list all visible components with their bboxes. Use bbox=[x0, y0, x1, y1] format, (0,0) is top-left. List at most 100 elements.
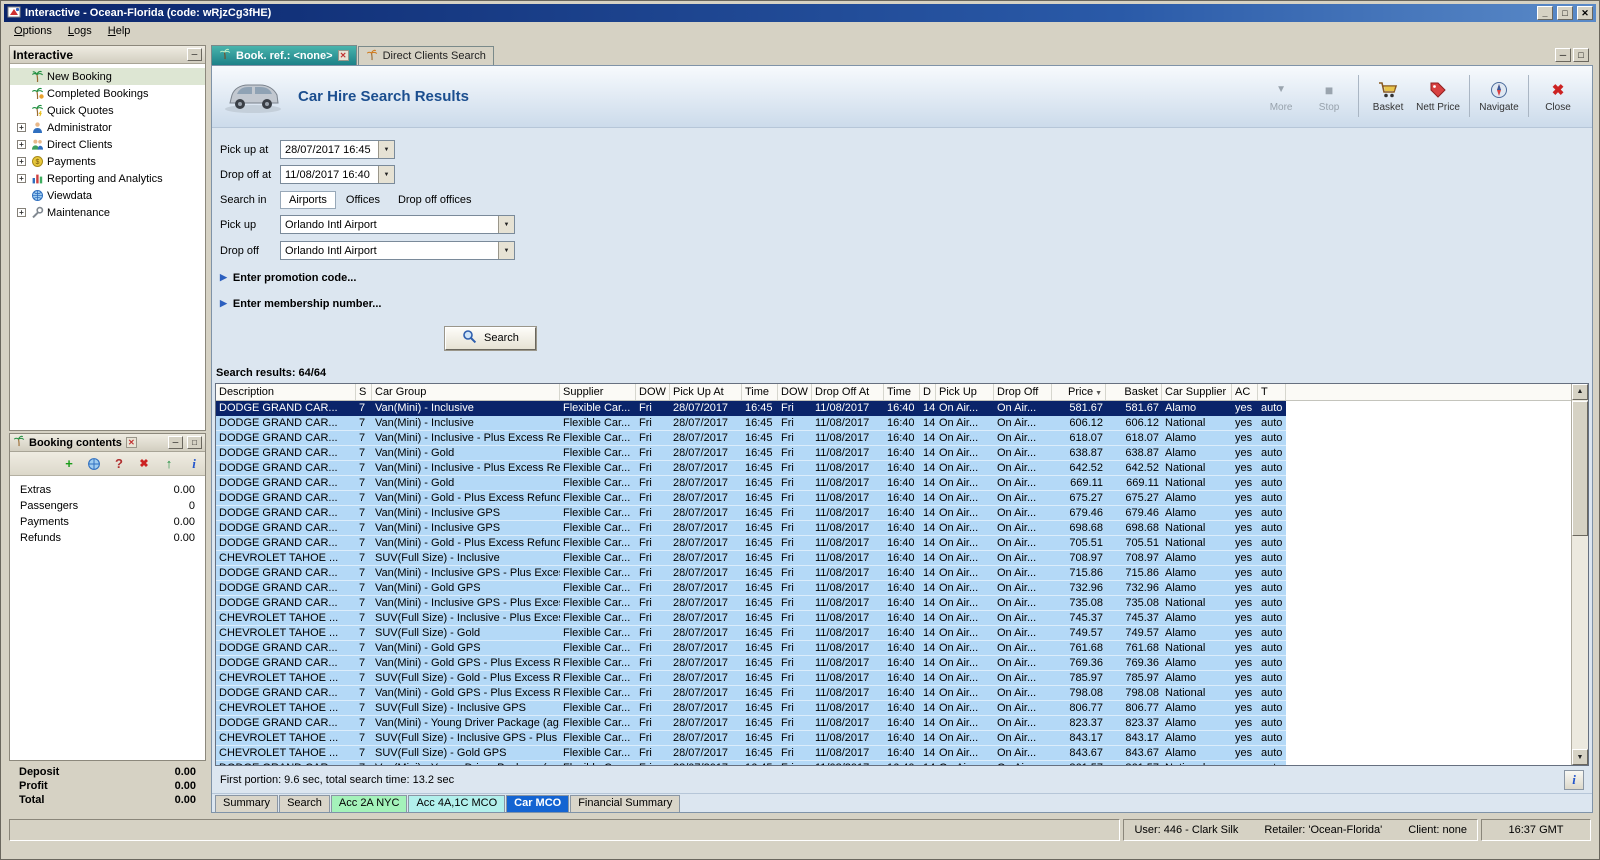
delete-icon[interactable]: ✖ bbox=[135, 455, 153, 473]
sidebar-item-new-booking[interactable]: New Booking bbox=[10, 68, 205, 85]
table-row[interactable]: CHEVROLET TAHOE ... 7 SUV(Full Size) - Gol… bbox=[216, 670, 1286, 686]
expand-icon[interactable]: + bbox=[17, 157, 26, 166]
chevron-down-icon[interactable]: ▼ bbox=[498, 216, 514, 234]
column-header[interactable]: Drop Off At bbox=[812, 383, 884, 400]
minimize-document-button[interactable]: ─ bbox=[1555, 48, 1571, 62]
sidebar-item-administrator[interactable]: + Administrator bbox=[10, 119, 205, 136]
chevron-down-icon[interactable]: ▼ bbox=[378, 141, 394, 159]
chevron-down-icon[interactable]: ▼ bbox=[498, 242, 514, 260]
table-row[interactable]: DODGE GRAND CAR... 7 Van(Mini) - Inclusive… bbox=[216, 565, 1286, 581]
sidebar-item-reporting[interactable]: + Reporting and Analytics bbox=[10, 170, 205, 187]
column-header[interactable]: Basket bbox=[1106, 383, 1162, 400]
table-row[interactable]: DODGE GRAND CAR... 7 Van(Mini) - Gold - Pl… bbox=[216, 535, 1286, 551]
table-row[interactable]: DODGE GRAND CAR... 7 Van(Mini) - Gold GPS F… bbox=[216, 640, 1286, 656]
table-row[interactable]: DODGE GRAND CAR... 7 Van(Mini) - Inclusive… bbox=[216, 595, 1286, 611]
sidebar-item-completed-bookings[interactable]: Completed Bookings bbox=[10, 85, 205, 102]
column-header[interactable]: Pick Up bbox=[936, 383, 994, 400]
sidebar-item-quick-quotes[interactable]: Quick Quotes bbox=[10, 102, 205, 119]
column-header[interactable]: D bbox=[920, 383, 936, 400]
table-row[interactable]: DODGE GRAND CAR... 7 Van(Mini) - Gold Flexi… bbox=[216, 475, 1286, 491]
expand-icon[interactable]: + bbox=[17, 208, 26, 217]
tab-dropoff-offices[interactable]: Drop off offices bbox=[390, 192, 480, 208]
column-header[interactable]: Pick Up At bbox=[670, 383, 742, 400]
nett-price-button[interactable]: Nett Price bbox=[1412, 80, 1464, 113]
sidebar-item-direct-clients[interactable]: + Direct Clients bbox=[10, 136, 205, 153]
table-row[interactable]: CHEVROLET TAHOE ... 7 SUV(Full Size) - Inc… bbox=[216, 550, 1286, 566]
table-row[interactable]: DODGE GRAND CAR...7Van(Mini) - Young Dri… bbox=[216, 715, 1286, 731]
table-row[interactable]: DODGE GRAND CAR... 7 Van(Mini) - Inclusive… bbox=[216, 400, 1286, 416]
table-row[interactable]: DODGE GRAND CAR... 7 Van(Mini) - Inclusive… bbox=[216, 460, 1286, 476]
promotion-code-toggle[interactable]: ▶ Enter promotion code... bbox=[220, 269, 1592, 287]
column-header[interactable]: T bbox=[1258, 383, 1286, 400]
table-row[interactable]: DODGE GRAND CAR...7Van(Mini) - Young Dri… bbox=[216, 760, 1286, 766]
table-row[interactable]: DODGE GRAND CAR... 7 Van(Mini) - Gold Flexi… bbox=[216, 445, 1286, 461]
tab-acc-4a-1c-mco[interactable]: Acc 4A,1C MCO bbox=[408, 795, 506, 812]
import-icon[interactable]: ↑ bbox=[160, 455, 178, 473]
column-header[interactable]: Drop Off bbox=[994, 383, 1052, 400]
tab-booking-ref[interactable]: Book. ref.: <none> ✕ bbox=[211, 45, 357, 65]
tab-summary[interactable]: Summary bbox=[215, 795, 279, 812]
column-header[interactable]: Price ▼ bbox=[1052, 383, 1106, 400]
menu-help[interactable]: Help bbox=[100, 24, 139, 38]
column-header[interactable]: Time bbox=[884, 383, 920, 400]
help-icon[interactable]: ? bbox=[110, 455, 128, 473]
table-row[interactable]: DODGE GRAND CAR... 7 Van(Mini) - Inclusive… bbox=[216, 520, 1286, 536]
scrollbar-thumb[interactable] bbox=[1572, 400, 1588, 536]
column-header[interactable]: S bbox=[356, 383, 372, 400]
tab-search[interactable]: Search bbox=[279, 795, 330, 812]
column-header[interactable]: Supplier bbox=[560, 383, 636, 400]
close-page-button[interactable]: ✖ Close bbox=[1534, 80, 1582, 113]
scroll-up-icon[interactable]: ▲ bbox=[1572, 383, 1588, 400]
add-icon[interactable]: + bbox=[60, 455, 78, 473]
restore-panel-button[interactable]: □ bbox=[187, 436, 202, 449]
tab-acc-2a-nyc[interactable]: Acc 2A NYC bbox=[330, 795, 408, 812]
table-row[interactable]: DODGE GRAND CAR... 7 Van(Mini) - Gold GPS … bbox=[216, 655, 1286, 671]
chevron-down-icon[interactable]: ▼ bbox=[378, 166, 394, 184]
tab-airports[interactable]: Airports bbox=[280, 190, 336, 209]
tab-offices[interactable]: Offices bbox=[338, 192, 388, 208]
menu-options[interactable]: Options bbox=[6, 24, 60, 38]
minimize-button[interactable]: _ bbox=[1537, 6, 1553, 20]
column-header[interactable]: Car Group bbox=[372, 383, 560, 400]
expand-icon[interactable]: + bbox=[17, 174, 26, 183]
restore-document-button[interactable]: □ bbox=[1573, 48, 1589, 62]
dropoff-datetime-select[interactable]: 11/08/2017 16:40 ▼ bbox=[280, 165, 395, 185]
close-button[interactable]: ✕ bbox=[1577, 6, 1593, 20]
column-header[interactable]: Car Supplier bbox=[1162, 383, 1232, 400]
table-row[interactable]: CHEVROLET TAHOE ... 7 SUV(Full Size) - Gol… bbox=[216, 745, 1286, 761]
maximize-button[interactable]: □ bbox=[1557, 6, 1573, 20]
table-row[interactable]: CHEVROLET TAHOE ... 7 SUV(Full Size) - Inc… bbox=[216, 700, 1286, 716]
basket-button[interactable]: Basket bbox=[1364, 80, 1412, 113]
info-button[interactable]: i bbox=[1564, 769, 1584, 790]
dropoff-airport-select[interactable]: Orlando Intl Airport ▼ bbox=[280, 241, 515, 261]
sidebar-item-maintenance[interactable]: + Maintenance bbox=[10, 204, 205, 221]
sidebar-item-payments[interactable]: + $ Payments bbox=[10, 153, 205, 170]
globe-refresh-icon[interactable] bbox=[85, 455, 103, 473]
close-panel-icon[interactable]: ✕ bbox=[125, 437, 137, 448]
collapse-panel-button[interactable]: ─ bbox=[187, 48, 202, 61]
navigate-button[interactable]: Navigate bbox=[1475, 80, 1523, 113]
column-header[interactable]: DOW bbox=[778, 383, 812, 400]
column-header[interactable]: AC bbox=[1232, 383, 1258, 400]
tab-financial-summary[interactable]: Financial Summary bbox=[570, 795, 681, 812]
table-row[interactable]: CHEVROLET TAHOE ... 7 SUV(Full Size) - Inc… bbox=[216, 610, 1286, 626]
table-row[interactable]: DODGE GRAND CAR... 7 Van(Mini) - Inclusive… bbox=[216, 415, 1286, 431]
expand-icon[interactable]: + bbox=[17, 123, 26, 132]
column-header[interactable]: DOW bbox=[636, 383, 670, 400]
tab-car-mco[interactable]: Car MCO bbox=[506, 795, 570, 812]
sidebar-item-viewdata[interactable]: Viewdata bbox=[10, 187, 205, 204]
expand-icon[interactable]: + bbox=[17, 140, 26, 149]
table-row[interactable]: DODGE GRAND CAR... 7 Van(Mini) - Inclusive… bbox=[216, 430, 1286, 446]
column-header[interactable]: Time bbox=[742, 383, 778, 400]
pickup-datetime-select[interactable]: 28/07/2017 16:45 ▼ bbox=[280, 140, 395, 160]
column-header[interactable]: Description bbox=[216, 383, 356, 400]
table-row[interactable]: DODGE GRAND CAR... 7 Van(Mini) - Gold GPS F… bbox=[216, 580, 1286, 596]
membership-number-toggle[interactable]: ▶ Enter membership number... bbox=[220, 295, 1592, 313]
close-tab-icon[interactable]: ✕ bbox=[337, 50, 349, 61]
menu-logs[interactable]: Logs bbox=[60, 24, 100, 38]
table-row[interactable]: DODGE GRAND CAR... 7 Van(Mini) - Inclusive… bbox=[216, 505, 1286, 521]
search-button[interactable]: Search bbox=[445, 326, 536, 350]
scroll-down-icon[interactable]: ▼ bbox=[1572, 749, 1588, 766]
info-icon[interactable]: i bbox=[185, 455, 203, 473]
pickup-airport-select[interactable]: Orlando Intl Airport ▼ bbox=[280, 215, 515, 235]
